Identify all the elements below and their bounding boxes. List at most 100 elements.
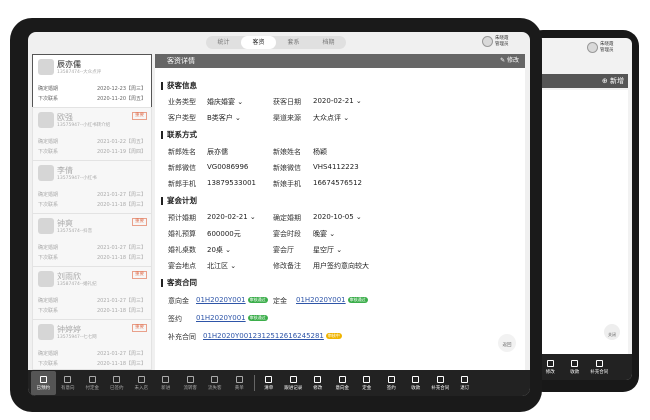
priority-tag: 重要 [132, 112, 147, 120]
row-date: 2020-11-18【周三】 [96, 202, 146, 208]
back-float-button[interactable]: 返回 [498, 334, 516, 352]
deposit-button[interactable]: 定金 [355, 371, 380, 395]
budget-value: 600000元 [207, 230, 241, 238]
customer-card[interactable]: 钟爽 13575474--抖音 重要 确定婚期 2021-01-27【周三】 下… [32, 213, 152, 269]
note-value: 用户签约意向较大 [313, 262, 369, 270]
edit-button[interactable]: 修改 [306, 371, 331, 395]
field-label: 修改备注 [273, 262, 301, 270]
channel-select[interactable]: 大众点评 ⌄ [313, 113, 349, 123]
user-name: 朱晓霞 [495, 36, 509, 41]
filter-lost[interactable]: 流失客 [203, 371, 228, 395]
hall-select[interactable]: 星空厅 ⌄ [313, 245, 342, 255]
avatar[interactable] [587, 42, 598, 53]
row-date: 2021-01-27【周三】 [96, 298, 146, 304]
contract-row: 01H2020Y001 审核通过 [196, 314, 268, 322]
bride-name-value: 杨颖 [313, 148, 327, 156]
avatar[interactable] [482, 36, 493, 47]
bottom-toolbar: 已预约 有意向 付定金 已签约 未入店 新进 流转客 流失客 黄单 清单 跟进记… [28, 370, 530, 396]
contract-link[interactable]: 01H2020Y001 [196, 314, 246, 322]
confirmed-date-select[interactable]: 2020-10-05 ⌄ [313, 213, 362, 221]
sign-button[interactable]: 签约 [379, 371, 404, 395]
edit-button[interactable]: ✎ 修改 [500, 54, 519, 68]
banquet-period-select[interactable]: 晚宴 ⌄ [313, 229, 335, 239]
tab-leads[interactable]: 客资 [241, 36, 276, 49]
filter-transferred[interactable]: 流转客 [178, 371, 203, 395]
field-label: 宴会地点 [168, 262, 196, 270]
intention-money-button[interactable]: 意向金 [330, 371, 355, 395]
row-date: 2020-11-18【周三】 [96, 361, 146, 367]
row-label: 下次联系 [38, 308, 59, 314]
customer-source: 13575947--七七网 [57, 335, 97, 340]
filter-yellow[interactable]: 黄单 [227, 371, 252, 395]
cancel-booking-button[interactable]: 退订 [453, 371, 478, 395]
field-label: 业务类型 [168, 98, 196, 106]
contract-link[interactable]: 01H2020Y0012312512616245281 [203, 332, 324, 340]
contract-row: 01H2020Y001 审核通过 [296, 296, 368, 304]
add-button[interactable]: ⊕ 新增 [540, 74, 628, 88]
customer-card[interactable]: 欧强 13575947--小红书转介绍 重要 确定婚期 2021-01-22【周… [32, 107, 152, 163]
field-label: 新郎手机 [168, 180, 196, 188]
planned-date-select[interactable]: 2020-02-21 ⌄ [207, 213, 256, 221]
field-label: 新娘手机 [273, 180, 301, 188]
acquire-date-select[interactable]: 2020-02-21 ⌄ [313, 97, 362, 105]
section-title: 客资合同 [161, 279, 197, 287]
row-label: 确定婚期 [38, 245, 59, 251]
groom-wechat-value: VG0086996 [207, 163, 249, 171]
customer-source: 13587474--婚礼纪 [57, 282, 97, 287]
filter-not-visited[interactable]: 未入店 [129, 371, 154, 395]
field-label: 预计婚期 [168, 214, 196, 222]
field-label: 宴会厅 [273, 246, 294, 254]
filter-deposit[interactable]: 付定金 [80, 371, 105, 395]
row-label: 确定婚期 [38, 298, 59, 304]
row-label: 下次联系 [38, 361, 59, 367]
filter-signed[interactable]: 已签约 [105, 371, 130, 395]
filter-interested[interactable]: 有意向 [56, 371, 81, 395]
business-type-select[interactable]: 婚庆婚宴 ⌄ [207, 97, 243, 107]
row-date: 2020-11-18【周三】 [96, 255, 146, 261]
priority-tag: 重要 [132, 218, 147, 226]
collect-button[interactable]: 收款 [563, 355, 588, 379]
contract-link[interactable]: 01H2020Y001 [196, 296, 246, 304]
row-label: 下次联系 [38, 96, 59, 102]
customer-source: 13575947--小红书转介绍 [57, 123, 111, 128]
section-title: 获客信息 [161, 82, 197, 90]
close-float-button[interactable]: 关闭 [604, 324, 620, 340]
section-title: 宴会计划 [161, 197, 197, 205]
row-label: 下次联系 [38, 255, 59, 261]
collect-button[interactable]: 收款 [404, 371, 429, 395]
tab-packages[interactable]: 套系 [276, 36, 311, 49]
customer-card[interactable]: 钟婷婷 13575947--七七网 重要 确定婚期 2021-01-27【周三】… [32, 319, 152, 370]
groom-name-value: 辰亦儒 [207, 148, 228, 156]
filter-booked[interactable]: 已预约 [31, 371, 56, 395]
tab-stats[interactable]: 统计 [206, 36, 241, 49]
bride-wechat-value: VHS4112223 [313, 163, 359, 171]
list-button[interactable]: 清单 [257, 371, 282, 395]
avatar [38, 271, 54, 287]
customer-detail-panel: 客资详情 ✎ 修改 获客信息 业务类型 婚庆婚宴 ⌄ 获客日期 2020-02-… [155, 54, 525, 370]
field-label: 新郎姓名 [168, 148, 196, 156]
tab-schedule[interactable]: 档期 [311, 36, 346, 49]
divider [253, 375, 255, 391]
supplement-contract-button[interactable]: 补充合同 [428, 371, 453, 395]
follow-up-button[interactable]: 跟进记录 [281, 371, 306, 395]
customer-card[interactable]: 刘雨欣 13587474--婚礼纪 重要 确定婚期 2021-01-27【周三】… [32, 266, 152, 322]
row-date: 2021-01-27【周三】 [96, 192, 146, 198]
contract-link[interactable]: 01H2020Y001 [296, 296, 346, 304]
tables-select[interactable]: 20桌 ⌄ [207, 245, 231, 255]
field-label: 新娘微信 [273, 164, 301, 172]
field-label: 签约 [168, 315, 182, 323]
customer-source: 13587474--大众点评 [57, 70, 102, 75]
customer-card[interactable]: 辰亦儒 13587474--大众点评 确定婚期 2020-12-23【周三】 下… [32, 54, 152, 110]
avatar [38, 165, 54, 181]
top-tab-switcher: 统计 客资 套系 档期 [206, 36, 346, 49]
filter-new[interactable]: 新进 [154, 371, 179, 395]
customer-type-select[interactable]: B类客户 ⌄ [207, 113, 241, 123]
priority-tag: 重要 [132, 324, 147, 332]
row-date: 2021-01-27【周三】 [96, 245, 146, 251]
customer-card[interactable]: 李倩 13575947--小红书 确定婚期 2021-01-27【周三】 下次联… [32, 160, 152, 216]
venue-select[interactable]: 北江区 ⌄ [207, 261, 236, 271]
supplement-contract-button[interactable]: 补充合同 [587, 355, 612, 379]
row-label: 下次联系 [38, 202, 59, 208]
contract-row: 01H2020Y0012312512616245281 审核中 [203, 332, 342, 340]
customer-source: 13575474--抖音 [57, 229, 93, 234]
